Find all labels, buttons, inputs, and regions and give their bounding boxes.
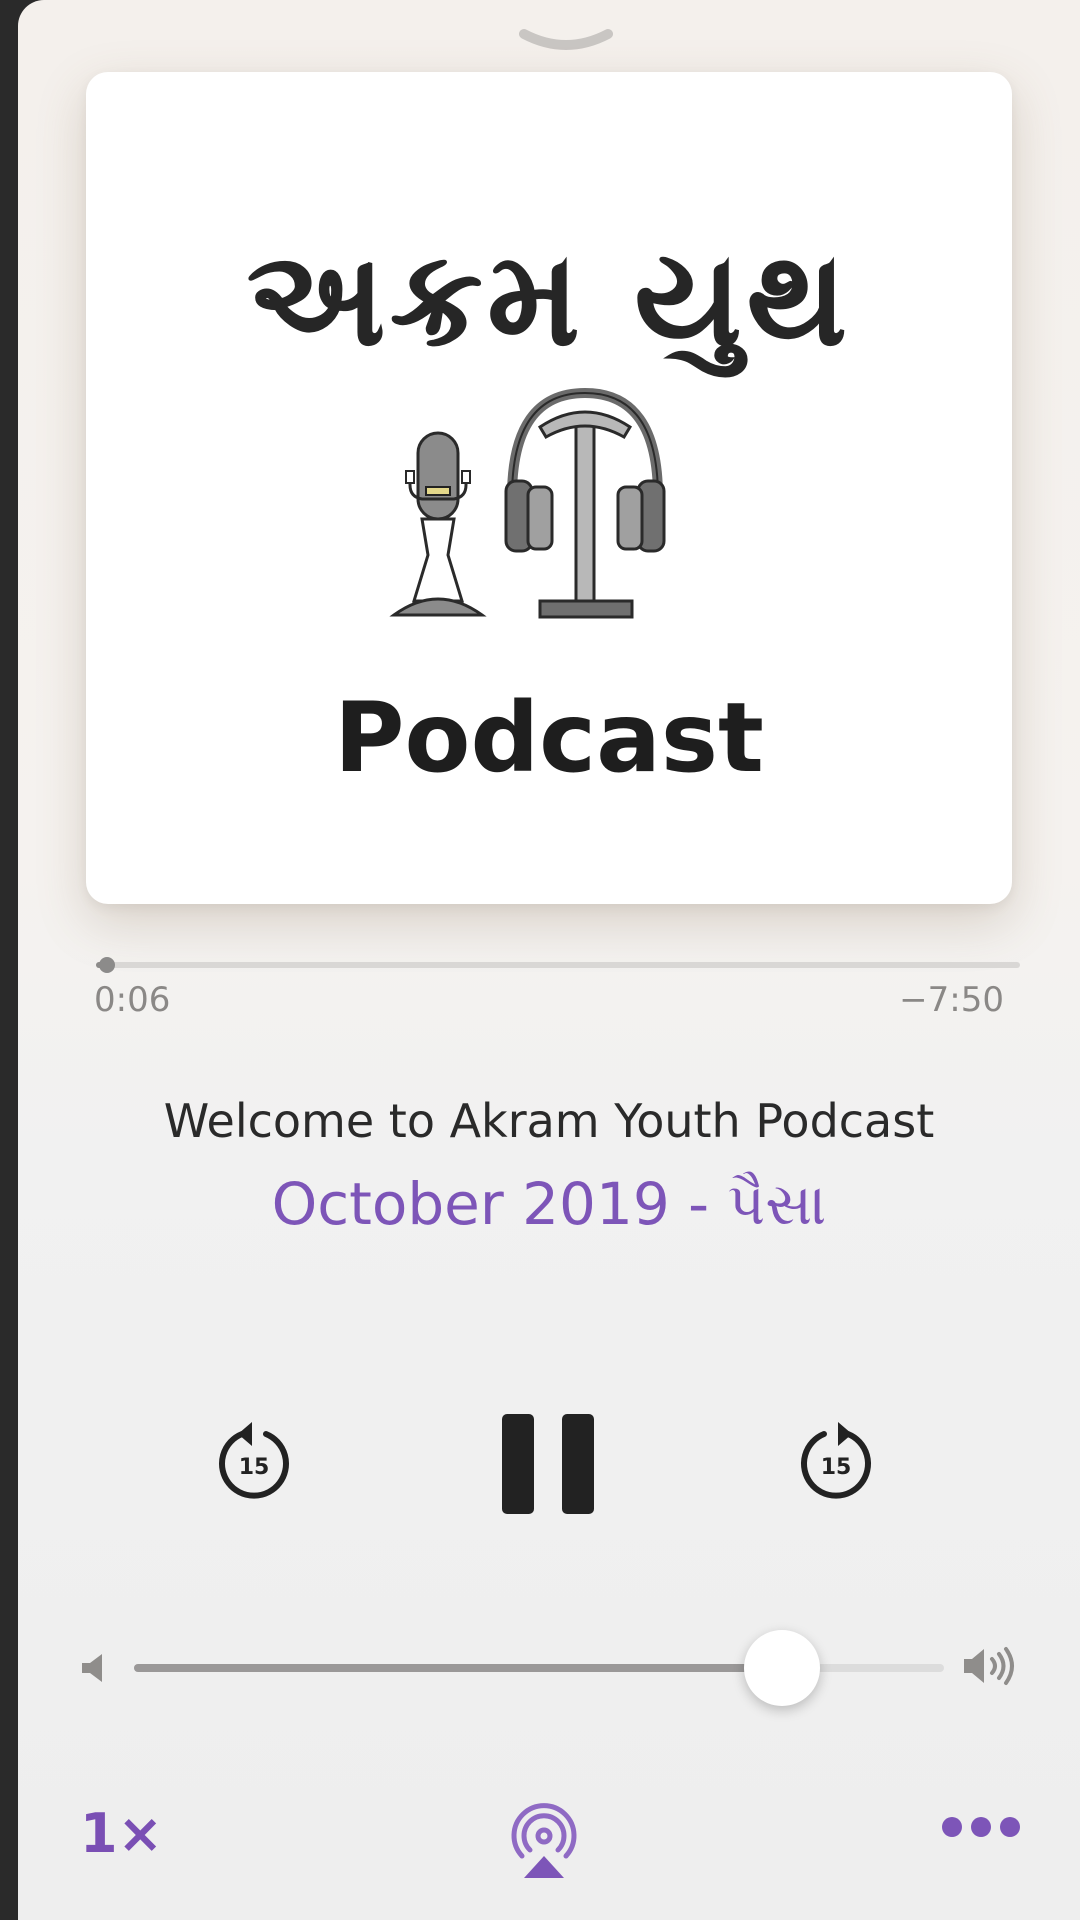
playback-scrubber[interactable] [96,957,1020,973]
skip-back-15-button[interactable]: 15 [212,1420,296,1504]
speaker-high-icon [964,1647,1014,1685]
volume-slider-handle[interactable] [744,1630,820,1706]
playback-scrubber-handle[interactable] [99,957,116,973]
skip-back-15-icon: 15 [219,1422,289,1499]
airplay-audio-icon [511,1803,577,1878]
airplay-button[interactable] [504,1800,584,1880]
volume-fill [134,1664,782,1672]
pause-icon [502,1414,594,1514]
speaker-low-icon [82,1654,102,1682]
more-options-button[interactable] [938,1812,1024,1842]
pause-button[interactable] [498,1412,598,1516]
skip-forward-seconds: 15 [821,1455,852,1480]
more-dots-icon [942,1817,1020,1837]
skip-forward-15-button[interactable]: 15 [794,1420,878,1504]
microphone-headphones-illustration [389,387,666,619]
remaining-time: −7:50 [899,980,1004,1020]
episode-title: Welcome to Akram Youth Podcast [163,1094,935,1148]
volume-slider[interactable] [134,1630,944,1706]
elapsed-time: 0:06 [94,980,171,1020]
podcast-artwork: અક્રમ યુથ Podcast [86,72,1012,904]
skip-forward-15-icon: 15 [801,1422,871,1499]
playback-speed-button[interactable]: 1× [80,1802,163,1865]
artwork-title: અક્રમ યુથ [246,222,852,376]
chevron-down-icon[interactable] [518,26,614,56]
artwork-podcast-label: Podcast [334,682,764,794]
episode-subtitle[interactable]: October 2019 - પૈસા [18,1170,1080,1239]
now-playing-sheet: અક્રમ યુથ Podcast 0:06 −7:50 Welcome to … [18,0,1080,1920]
skip-back-seconds: 15 [239,1455,270,1480]
